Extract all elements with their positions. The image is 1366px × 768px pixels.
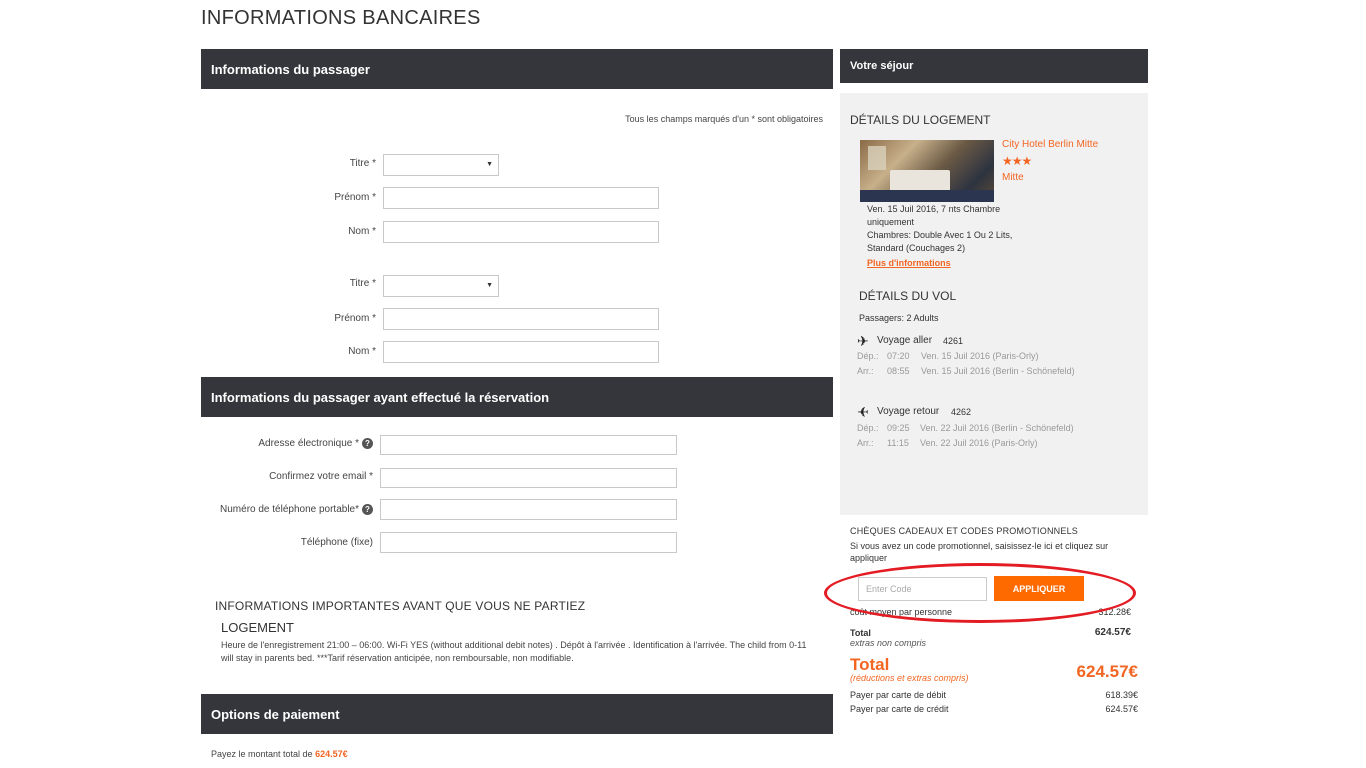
more-info-link[interactable]: Plus d'informations bbox=[867, 258, 951, 268]
payment-total-label: Payez le montant total de bbox=[211, 749, 313, 759]
title-select[interactable]: ▼ bbox=[383, 275, 499, 297]
landline-phone-label: Téléphone (fixe) bbox=[300, 537, 373, 548]
payment-options-header: Options de paiement bbox=[201, 694, 833, 734]
hotel-stars: ★★★ bbox=[1002, 154, 1032, 168]
outbound-departure-label: Dép.: bbox=[857, 351, 879, 361]
debit-card-value: 618.39€ bbox=[1105, 690, 1138, 700]
first-name-label: Prénom * bbox=[334, 313, 376, 324]
important-info-title: INFORMATIONS IMPORTANTES AVANT QUE VOUS … bbox=[215, 599, 586, 613]
outbound-label: Voyage aller bbox=[877, 335, 933, 346]
required-fields-note: Tous les champs marqués d'un * sont obli… bbox=[625, 114, 823, 124]
booker-section-header: Informations du passager ayant effectué … bbox=[201, 377, 833, 417]
flight-details-heading: DÉTAILS DU VOL bbox=[859, 289, 957, 303]
passenger-section-header: Informations du passager bbox=[201, 49, 833, 89]
last-name-label: Nom * bbox=[348, 226, 376, 237]
payment-total-amount: 624.57€ bbox=[315, 749, 348, 759]
lodging-info-text: Heure de l'enregistrement 21:00 – 06:00.… bbox=[221, 640, 807, 663]
return-arrival-label: Arr.: bbox=[857, 438, 874, 448]
confirm-email-input[interactable] bbox=[380, 468, 677, 488]
subtotal-label: Total bbox=[850, 628, 871, 638]
confirm-email-label: Confirmez votre email * bbox=[269, 471, 373, 482]
page-title: INFORMATIONS BANCAIRES bbox=[201, 7, 481, 29]
return-departure-label: Dép.: bbox=[857, 423, 879, 433]
landline-phone-input[interactable] bbox=[380, 532, 677, 553]
airplane-icon: ✈ bbox=[857, 404, 869, 420]
first-name-label: Prénom * bbox=[334, 192, 376, 203]
title-label: Titre * bbox=[349, 278, 376, 289]
outbound-arrival-time: 08:55 bbox=[887, 366, 910, 376]
dropdown-arrow-icon: ▼ bbox=[486, 282, 493, 289]
subtotal-value: 624.57€ bbox=[1094, 627, 1131, 638]
outbound-arrival-label: Arr.: bbox=[857, 366, 874, 376]
airplane-icon: ✈ bbox=[857, 333, 869, 349]
credit-card-value: 624.57€ bbox=[1105, 704, 1138, 714]
title-select[interactable]: ▼ bbox=[383, 154, 499, 176]
passengers-count: Passagers: 2 Adults bbox=[859, 313, 939, 323]
hotel-image-bed bbox=[890, 170, 950, 192]
dropdown-arrow-icon: ▼ bbox=[486, 161, 493, 168]
first-name-input[interactable] bbox=[383, 187, 659, 209]
email-label-text: Adresse électronique * bbox=[258, 438, 359, 450]
last-name-input[interactable] bbox=[383, 341, 659, 363]
return-arrival-info: Ven. 22 Juil 2016 (Paris-Orly) bbox=[920, 438, 1038, 448]
outbound-flight-number: 4261 bbox=[943, 336, 964, 346]
email-label: Adresse électronique *? bbox=[205, 438, 373, 449]
help-icon[interactable]: ? bbox=[362, 504, 373, 515]
return-departure-time: 09:25 bbox=[887, 423, 910, 433]
sidebar-header: Votre séjour bbox=[840, 49, 1148, 83]
promo-instructions: Si vous avez un code promotionnel, saisi… bbox=[850, 541, 1109, 563]
grand-total-label: Total bbox=[850, 655, 890, 674]
hotel-location: Mitte bbox=[1002, 172, 1024, 183]
room-type: Chambres: Double Avec 1 Ou 2 Lits, Stand… bbox=[867, 230, 1013, 253]
subtotal-note: extras non compris bbox=[850, 638, 927, 648]
stay-dates: Ven. 15 Juil 2016, 7 nts Chambre uniquem… bbox=[867, 204, 1001, 227]
return-arrival-time: 11:15 bbox=[887, 438, 909, 448]
first-name-input[interactable] bbox=[383, 308, 659, 330]
hotel-image[interactable] bbox=[860, 140, 994, 202]
payment-total-text: Payez le montant total de 624.57€ bbox=[211, 749, 348, 759]
outbound-departure-info: Ven. 15 Juil 2016 (Paris-Orly) bbox=[921, 351, 1039, 361]
last-name-input[interactable] bbox=[383, 221, 659, 243]
hotel-image-window bbox=[868, 146, 886, 170]
lodging-info-subtitle: LOGEMENT bbox=[221, 620, 294, 635]
title-label: Titre * bbox=[349, 158, 376, 169]
hotel-name-link[interactable]: City Hotel Berlin Mitte bbox=[1002, 139, 1098, 150]
grand-total-note: (réductions et extras compris) bbox=[850, 673, 969, 683]
outbound-departure-time: 07:20 bbox=[887, 351, 910, 361]
hotel-image-carpet bbox=[860, 190, 994, 202]
highlight-circle bbox=[824, 563, 1136, 623]
grand-total-value: 624.57€ bbox=[1076, 662, 1138, 681]
outbound-arrival-info: Ven. 15 Juil 2016 (Berlin - Schönefeld) bbox=[921, 366, 1075, 376]
help-icon[interactable]: ? bbox=[362, 438, 373, 449]
return-flight-number: 4262 bbox=[951, 407, 972, 417]
return-departure-info: Ven. 22 Juil 2016 (Berlin - Schönefeld) bbox=[920, 423, 1074, 433]
mobile-phone-label: Numéro de téléphone portable*? bbox=[205, 504, 373, 515]
return-label: Voyage retour bbox=[877, 406, 940, 417]
mobile-phone-input[interactable] bbox=[380, 499, 677, 520]
debit-card-label: Payer par carte de débit bbox=[850, 690, 947, 700]
credit-card-label: Payer par carte de crédit bbox=[850, 704, 949, 714]
promo-title: CHÈQUES CADEAUX ET CODES PROMOTIONNELS bbox=[850, 526, 1078, 536]
lodging-details-heading: DÉTAILS DU LOGEMENT bbox=[850, 113, 991, 127]
last-name-label: Nom * bbox=[348, 346, 376, 357]
mobile-phone-label-text: Numéro de téléphone portable* bbox=[220, 504, 359, 516]
email-input[interactable] bbox=[380, 435, 677, 455]
